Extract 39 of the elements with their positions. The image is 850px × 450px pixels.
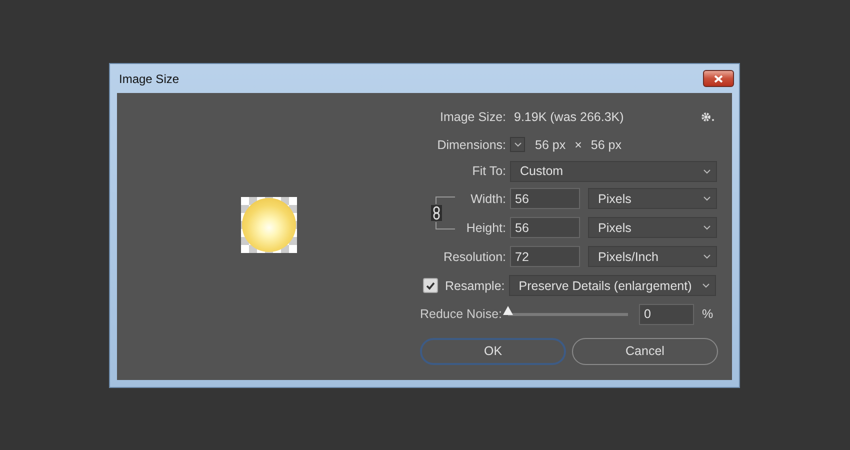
- chevron-down-icon: [514, 142, 522, 147]
- field-label: Dimensions:: [436, 138, 506, 152]
- unit-dropdown[interactable]: Pixels: [588, 188, 717, 209]
- noise-input[interactable]: 0: [639, 304, 694, 324]
- close-button[interactable]: [703, 70, 734, 87]
- number-input[interactable]: 56: [510, 217, 580, 238]
- dimension-value: 56 px: [535, 138, 566, 152]
- field-label: Resample:: [445, 278, 505, 292]
- dimensions-dropdown[interactable]: [510, 137, 525, 152]
- percent-unit: %: [702, 307, 714, 321]
- chevron-down-icon: [703, 168, 711, 174]
- chevron-down-icon: [703, 225, 711, 230]
- image-size-value: 9.19K (was 266.3K): [514, 110, 624, 124]
- field-label: Resolution:: [442, 250, 506, 264]
- chevron-down-icon: [702, 283, 710, 288]
- dialog-button[interactable]: OK: [420, 338, 566, 364]
- resample-checkbox[interactable]: [423, 278, 438, 293]
- dimension-value: 56 px: [590, 138, 622, 152]
- checkmark-icon: [426, 282, 435, 290]
- field-label: Image Size:: [438, 110, 506, 124]
- resample-dropdown[interactable]: Preserve Details (enlargement): [508, 275, 716, 296]
- field-label: Width:: [470, 192, 506, 206]
- number-input[interactable]: 56: [510, 188, 580, 209]
- times-sign: ×: [574, 138, 582, 152]
- settings-icon[interactable]: [701, 112, 715, 122]
- field-label: Reduce Noise:: [420, 307, 502, 321]
- fit-to-dropdown[interactable]: Custom: [510, 160, 717, 182]
- slider-thumb[interactable]: [503, 306, 513, 314]
- window-title: Image Size: [118, 72, 180, 86]
- unit-dropdown[interactable]: Pixels/Inch: [588, 246, 717, 267]
- field-label: Height:: [465, 220, 506, 234]
- dialog-button[interactable]: Cancel: [572, 338, 718, 364]
- field-label: Fit To:: [471, 164, 506, 178]
- unit-dropdown[interactable]: Pixels: [588, 217, 717, 238]
- close-icon: [714, 74, 723, 82]
- chevron-down-icon: [703, 196, 711, 201]
- number-input[interactable]: 72: [510, 246, 580, 267]
- chevron-down-icon: [703, 254, 711, 259]
- image-preview: [240, 196, 296, 252]
